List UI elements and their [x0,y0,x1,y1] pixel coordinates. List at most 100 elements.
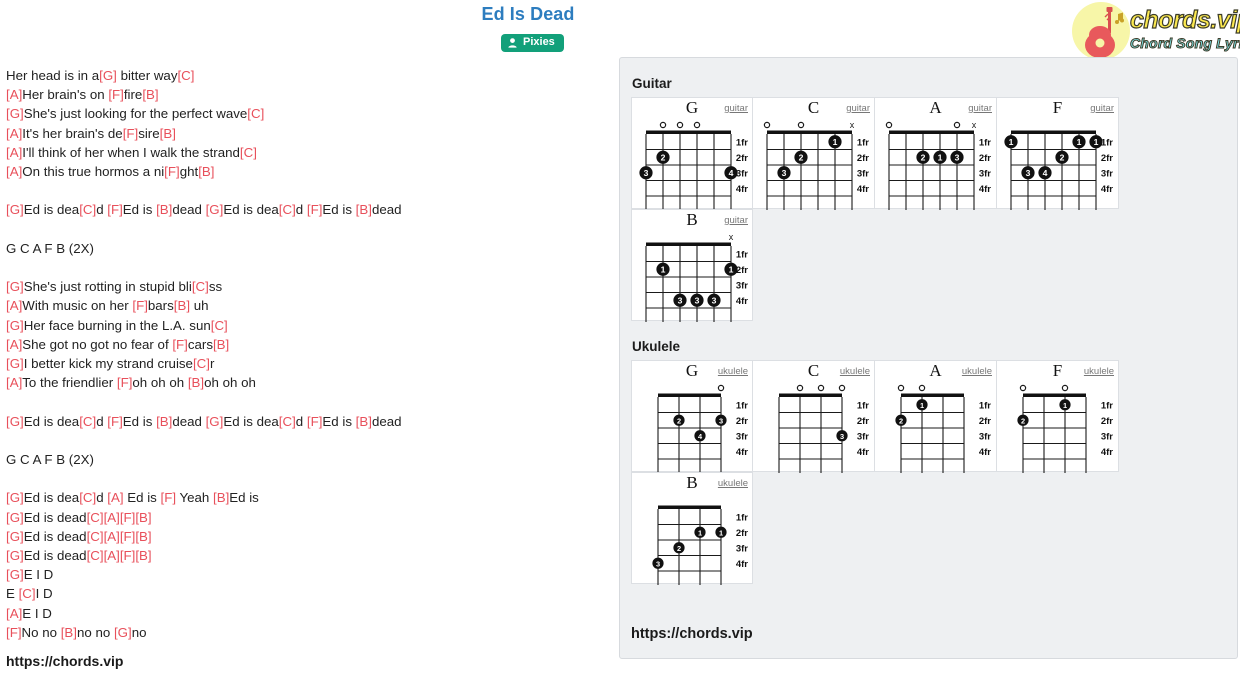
chord-token: [G] [6,279,24,295]
svg-text:4fr: 4fr [736,447,748,458]
chord-token: [C] [278,202,296,218]
lyric-line: [A]On this true hormos a ni[F]ght[B] [6,162,606,181]
chord-token: [B] [198,164,215,180]
chord-token: [F] [122,125,139,141]
chord-token: [B] [187,375,205,391]
lyric-line: [G]I better kick my strand cruise[C]r [6,354,606,373]
artist-badge[interactable]: Pixies [501,34,564,52]
svg-text:1: 1 [729,264,734,274]
lyric-text: ss [208,279,223,295]
svg-text:1fr: 1fr [979,137,991,148]
chord-token: [G] [6,202,24,218]
lyric-text: Ed is dea [23,413,80,429]
lyric-text: Yeah [176,490,213,506]
svg-text:1fr: 1fr [979,400,991,411]
instrument-label[interactable]: guitar [724,215,748,226]
lyric-text: To the friendlier [22,375,117,391]
lyric-line: [A]E I D [6,604,606,623]
chord-token: [F] [172,336,188,352]
instrument-label[interactable]: ukulele [718,366,748,377]
lyric-text: d [96,490,108,506]
lyric-text: Ed is [322,413,356,429]
chord-card-guitar-A[interactable]: Aguitar x 2 1 3 1fr 2fr 3fr 4fr [875,97,997,210]
chord-token: [C] [239,144,257,160]
instrument-label[interactable]: ukulele [840,366,870,377]
svg-text:x: x [729,232,734,242]
artist-name: Pixies [523,36,555,48]
instrument-label[interactable]: ukulele [962,366,992,377]
chord-token: [C] [79,490,97,506]
instrument-label[interactable]: guitar [1090,103,1114,114]
chord-token: [G] [6,509,24,525]
instrument-label[interactable]: guitar [846,103,870,114]
instrument-label[interactable]: guitar [968,103,992,114]
lyric-text: I'll think of her when I walk the strand [22,144,240,160]
svg-text:2: 2 [899,416,903,425]
lyric-text: dead [172,202,206,218]
chord-card-ukulele-C[interactable]: Cukulele 3 1fr 2fr 3fr 4fr [753,360,875,473]
svg-text:3fr: 3fr [736,543,748,554]
lyric-text: I better kick my strand cruise [23,356,193,371]
lyric-text: oh oh oh [204,375,256,391]
chord-token: [A] [6,87,23,103]
lyric-line: [G]She's just rotting in stupid bli[C]ss [6,277,606,296]
chord-row: Gukulele 2 3 4 1fr 2fr 3fr 4fr Cukulele 3 1fr 2fr 3f… [631,360,1237,473]
lyric-text: G C A F B (2X) [6,240,94,256]
svg-text:4fr: 4fr [736,296,748,307]
chord-token: [F] [108,87,124,103]
lyric-line: [A]To the friendlier [F]oh oh oh [B]oh o… [6,373,606,392]
lyric-line: [G]Ed is dead[C][A][F][B] [6,508,606,527]
svg-text:3: 3 [678,295,683,305]
svg-text:1: 1 [920,401,924,410]
instrument-label[interactable]: ukulele [1084,366,1114,377]
panel-footer-url[interactable]: https://chords.vip [631,626,753,642]
chord-card-ukulele-B[interactable]: Bukulele 1 1 2 3 1fr 2fr 3fr 4fr [631,472,753,585]
svg-text:2fr: 2fr [1101,416,1113,427]
svg-text:4fr: 4fr [979,447,991,458]
logo-sub-text: Chord Song Lyric [1129,35,1240,51]
lyric-text: Ed is [122,202,157,218]
chord-token: [G] [99,68,117,83]
svg-text:3: 3 [1026,168,1031,178]
chord-token: [C] [247,106,265,122]
chord-token: [B] [156,202,173,218]
svg-text:3fr: 3fr [979,431,991,442]
lyric-line: [G]Ed is dea[C]d [A] Ed is [F] Yeah [B]E… [6,488,606,507]
chord-token: [G] [6,547,24,563]
chord-card-guitar-B[interactable]: Bguitar x 1 1 3 3 3 1fr 2fr 3fr 4fr [631,209,753,322]
svg-text:3: 3 [782,168,787,178]
chord-token: [C] [192,356,210,371]
svg-text:4fr: 4fr [736,559,748,570]
svg-text:4: 4 [729,168,734,178]
chord-card-ukulele-A[interactable]: Aukulele 1 2 1fr 2fr 3fr 4fr [875,360,997,473]
chord-token: [C][A][F][B] [86,528,152,544]
lyric-text: d [96,202,108,218]
chord-token: [C] [18,586,36,602]
instrument-label[interactable]: ukulele [718,478,748,489]
lyric-line: [A]It's her brain's de[F]sire[B] [6,124,606,143]
lyric-text: G C A F B (2X) [6,451,94,467]
chord-row: Bguitar x 1 1 3 3 3 1fr 2fr 3fr 4fr [631,209,1237,322]
chord-token: [F] [160,490,177,506]
lyric-line [6,220,606,239]
chord-token: [B] [355,413,372,429]
chord-card-ukulele-F[interactable]: Fukulele 1 2 1fr 2fr 3fr 4fr [997,360,1119,473]
lyrics-footer-url[interactable]: https://chords.vip [6,653,123,669]
chord-card-guitar-F[interactable]: Fguitar 1 1 1 2 3 4 1fr 2fr 3fr 4fr [997,97,1119,210]
svg-text:2: 2 [1021,416,1025,425]
page-title: Ed Is Dead [481,4,575,24]
svg-text:3: 3 [656,559,660,568]
lyric-text: dead [371,202,402,218]
chord-card-guitar-G[interactable]: Gguitar 2 3 4 1fr 2fr 3fr 4fr [631,97,753,210]
lyric-text: bitter way [116,68,178,83]
lyric-text: oh oh oh [132,375,188,391]
chord-card-ukulele-G[interactable]: Gukulele 2 3 4 1fr 2fr 3fr 4fr [631,360,753,473]
chord-token: [B] [213,490,230,506]
chord-card-guitar-C[interactable]: Cguitar x 1 2 3 1fr 2fr 3fr 4fr [753,97,875,210]
svg-text:1: 1 [1063,401,1067,410]
site-logo[interactable]: chords.vip Chord Song Lyric [1070,2,1240,62]
svg-text:4: 4 [1043,168,1048,178]
lyric-line: [G]Her face burning in the L.A. sun[C] [6,316,606,335]
svg-text:1fr: 1fr [1101,137,1113,148]
instrument-label[interactable]: guitar [724,103,748,114]
